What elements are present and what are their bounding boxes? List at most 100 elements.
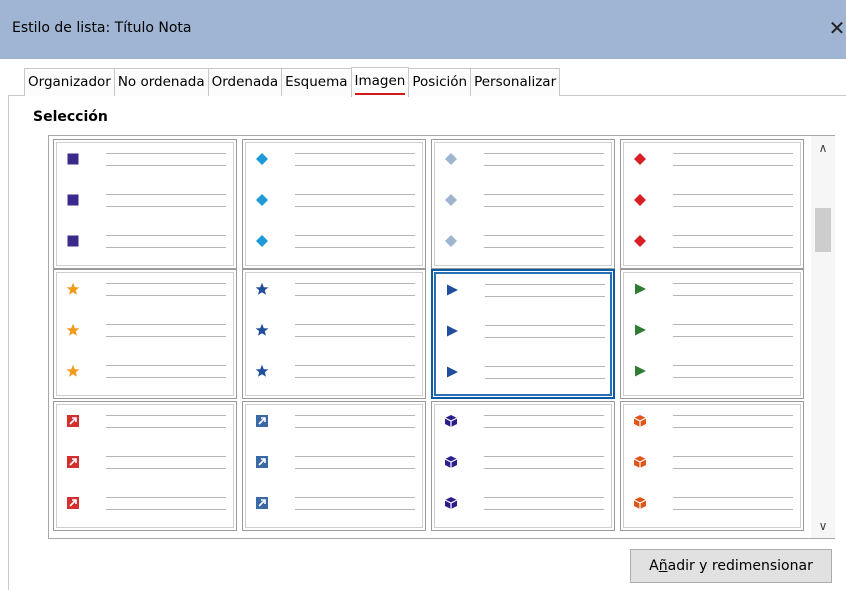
preview-rule: [673, 295, 793, 296]
gray-diamond-bullet-icon: [444, 152, 458, 166]
preview-rule: [106, 377, 226, 378]
preview-rule: [484, 427, 604, 428]
preview-line: [255, 191, 415, 211]
preview-line: [66, 362, 226, 382]
preview-line: [66, 453, 226, 473]
preview-line: [255, 232, 415, 252]
bullet-style-option[interactable]: [620, 401, 804, 531]
indigo-cube-bullet-icon: [444, 496, 458, 510]
preview-rule: [673, 365, 793, 366]
preview-line: [444, 494, 604, 514]
preview-rule: [106, 497, 226, 498]
preview-line: [444, 232, 604, 252]
green-triangle-bullet-icon: [633, 323, 647, 337]
blue-arrow-box-bullet-icon: [255, 496, 269, 510]
cyan-diamond-bullet-icon: [255, 234, 269, 248]
chevron-up-icon[interactable]: ∧: [811, 139, 835, 157]
preview-line: [444, 191, 604, 211]
bullet-style-option[interactable]: [431, 401, 615, 531]
preview-rule: [673, 497, 793, 498]
purple-square-bullet-icon: [66, 193, 80, 207]
tab-organizador[interactable]: Organizador: [24, 68, 115, 96]
preview-rule: [295, 365, 415, 366]
preview-rule: [295, 377, 415, 378]
preview-rule: [485, 284, 605, 285]
preview-rule: [673, 377, 793, 378]
bullet-style-option[interactable]: [620, 269, 804, 399]
preview-rule: [484, 235, 604, 236]
tab-ordenada[interactable]: Ordenada: [207, 68, 283, 96]
preview-line: [66, 280, 226, 300]
orange-star-bullet-icon: [66, 282, 80, 296]
preview-rule: [485, 296, 605, 297]
purple-square-bullet-icon: [66, 152, 80, 166]
bullet-style-option[interactable]: [431, 139, 615, 269]
preview-rule: [295, 509, 415, 510]
purple-square-bullet-icon: [66, 234, 80, 248]
preview-rule: [106, 165, 226, 166]
preview-rule: [673, 165, 793, 166]
preview-line: [255, 412, 415, 432]
close-icon[interactable]: ✕: [826, 16, 846, 40]
preview-rule: [295, 324, 415, 325]
preview-rule: [484, 497, 604, 498]
preview-rule: [106, 247, 226, 248]
preview-line: [444, 453, 604, 473]
preview-rule: [295, 165, 415, 166]
bullet-style-option[interactable]: [53, 139, 237, 269]
bullet-style-option[interactable]: [53, 401, 237, 531]
preview-line: [66, 494, 226, 514]
preview-line: [633, 362, 793, 382]
preview-line: [633, 412, 793, 432]
add-and-resize-button[interactable]: Añadir y redimensionar: [630, 549, 832, 583]
blue-triangle-bullet-icon: [445, 365, 459, 379]
tab-esquema[interactable]: Esquema: [281, 68, 352, 96]
preview-line: [633, 280, 793, 300]
button-accel-letter: ñ: [658, 558, 668, 574]
preview-rule: [484, 194, 604, 195]
chevron-down-icon[interactable]: ∨: [811, 517, 835, 535]
preview-rule: [295, 427, 415, 428]
preview-rule: [106, 295, 226, 296]
preview-rule: [673, 194, 793, 195]
orange-cube-bullet-icon: [633, 414, 647, 428]
scrollbar-thumb[interactable]: [815, 208, 831, 252]
gray-diamond-bullet-icon: [444, 193, 458, 207]
red-arrow-box-bullet-icon: [66, 414, 80, 428]
preview-rule: [295, 153, 415, 154]
tab-label: Imagen: [354, 73, 406, 89]
red-arrow-box-bullet-icon: [66, 455, 80, 469]
preview-line: [66, 232, 226, 252]
indigo-cube-bullet-icon: [444, 414, 458, 428]
preview-rule: [295, 415, 415, 416]
preview-rule: [673, 336, 793, 337]
tab-imagen[interactable]: Imagen: [350, 67, 410, 97]
preview-rule: [106, 206, 226, 207]
tab-personalizar[interactable]: Personalizar: [470, 68, 561, 96]
preview-rule: [106, 365, 226, 366]
bullet-style-option[interactable]: [242, 139, 426, 269]
window-title: Estilo de lista: Título Nota: [12, 20, 192, 36]
preview-line: [633, 191, 793, 211]
tab-no-ordenada[interactable]: No ordenada: [113, 68, 209, 96]
bullet-style-option[interactable]: [431, 269, 615, 399]
preview-line: [633, 321, 793, 341]
preview-line: [255, 280, 415, 300]
preview-rule: [295, 194, 415, 195]
red-diamond-bullet-icon: [633, 193, 647, 207]
preview-rule: [673, 153, 793, 154]
preview-rule: [106, 509, 226, 510]
preview-line: [445, 281, 605, 301]
bullet-style-option[interactable]: [242, 401, 426, 531]
preview-rule: [485, 337, 605, 338]
orange-cube-bullet-icon: [633, 496, 647, 510]
bullet-style-option[interactable]: [242, 269, 426, 399]
preview-rule: [295, 497, 415, 498]
preview-line: [255, 453, 415, 473]
bullet-style-option[interactable]: [53, 269, 237, 399]
preview-rule: [106, 153, 226, 154]
vertical-scrollbar[interactable]: ∧ ∨: [811, 136, 835, 538]
bullet-style-option[interactable]: [620, 139, 804, 269]
preview-rule: [295, 468, 415, 469]
tab-posicion[interactable]: Posición: [408, 68, 472, 96]
